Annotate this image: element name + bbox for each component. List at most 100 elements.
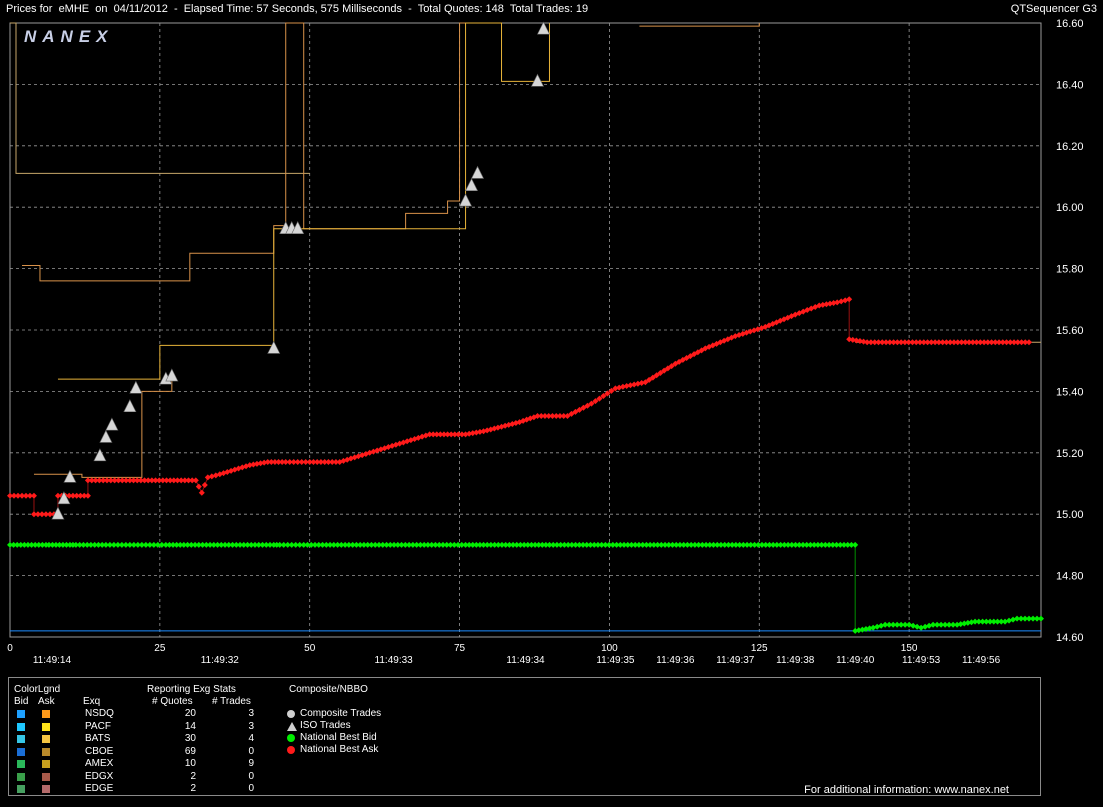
x-index-tick-label: 50 (304, 643, 316, 654)
y-axis-ticks: 16.60 16.40 16.20 16.00 15.80 15.60 15.40 15.20… (1056, 18, 1084, 644)
exchange-trades: 3 (248, 720, 254, 732)
exchange-quotes: 20 (184, 708, 196, 719)
x-index-tick-label: 100 (601, 643, 618, 654)
exchange-trades: 4 (248, 733, 254, 744)
iso-trade-marker (93, 448, 107, 462)
footer-info: For additional information: www.nanex.ne… (804, 784, 1009, 796)
nanex-logo: NANEX (24, 27, 114, 46)
bid-color-swatch (17, 722, 25, 731)
iso-trade-marker (536, 21, 550, 35)
quotes-header: # Quotes (152, 696, 193, 707)
ask-color-swatch (42, 735, 50, 743)
y-tick-label: 16.20 (1056, 141, 1084, 153)
bid-header: Bid (14, 696, 29, 707)
exchange-name: AMEX (85, 758, 114, 769)
circle-marker-icon (287, 734, 295, 742)
x-index-tick-label: 75 (454, 643, 466, 654)
exchange-quotes: 30 (184, 733, 196, 744)
exchange-name: NSDQ (85, 708, 114, 719)
exchange-name: EDGE (85, 783, 114, 794)
y-tick-label: 15.80 (1056, 264, 1084, 276)
y-tick-label: 16.60 (1056, 18, 1084, 30)
exchange-trades: 9 (248, 758, 254, 769)
series-national-best-bid (7, 541, 1044, 634)
iso-trade-marker (459, 193, 473, 207)
composite-legend-label: Composite Trades (300, 708, 382, 719)
x-time-tick-label: 11:49:35 (596, 655, 635, 666)
price-chart: 16.60 16.40 16.20 16.00 15.80 15.60 15.40 15.20… (7, 18, 1084, 666)
exchange-name: CBOE (85, 745, 114, 757)
nbbo-marker (195, 483, 202, 490)
legend-panel: ColorLgnd Bid Ask Exq Reporting Exg Stat… (8, 677, 1041, 796)
nbbo-marker (30, 492, 37, 499)
exchange-name: PACF (85, 720, 111, 732)
x-index-tick-label: 150 (901, 643, 918, 654)
series-layer (7, 21, 1044, 634)
iso-trade-marker (123, 399, 137, 413)
exchange-quotes: 69 (184, 745, 196, 757)
x-time-tick-label: 11:49:34 (506, 655, 545, 666)
nbbo-marker (1038, 615, 1044, 622)
stats-title: Reporting Exg Stats (147, 684, 236, 695)
ask-color-swatch (42, 747, 50, 756)
series-line (10, 544, 1041, 632)
series-national-best-ask (7, 296, 1033, 518)
trades-header: # Trades (212, 696, 251, 707)
y-tick-label: 15.00 (1056, 509, 1084, 521)
x-time-tick-label: 11:49:53 (902, 655, 941, 666)
y-tick-label: 14.80 (1056, 571, 1084, 583)
iso-trade-marker (57, 491, 71, 505)
exchange-name: EDGX (85, 770, 114, 782)
bid-color-swatch (17, 710, 25, 718)
composite-title: Composite/NBBO (289, 684, 368, 695)
iso-trade-marker (99, 429, 113, 443)
color-legend-title: ColorLgnd (14, 684, 61, 695)
x-index-tick-label: 125 (751, 643, 768, 654)
x-time-tick-label: 11:49:37 (716, 655, 755, 666)
iso-trade-marker (105, 417, 119, 431)
series-iso-trades (51, 21, 550, 520)
ask-color-swatch (42, 722, 50, 731)
exchange-header: Exq (83, 696, 101, 707)
bid-color-swatch (17, 772, 25, 781)
x-time-tick-label: 11:49:33 (375, 655, 414, 666)
exchange-quotes: 10 (184, 758, 196, 769)
iso-trade-marker (471, 165, 485, 179)
bid-color-swatch (17, 760, 25, 768)
exchange-trades: 3 (248, 708, 254, 719)
x-time-tick-label: 11:49:56 (962, 655, 1001, 666)
exchange-quotes: 14 (184, 720, 196, 732)
nbbo-marker (1026, 339, 1033, 346)
x-time-tick-label: 11:49:14 (33, 655, 72, 666)
ask-color-swatch (42, 772, 50, 781)
exchange-quotes: 2 (190, 783, 196, 794)
exchange-name: BATS (85, 733, 111, 744)
x-index-tick-label: 25 (154, 643, 166, 654)
exchange-quote-lines (10, 22, 1041, 632)
ask-color-swatch (42, 785, 50, 793)
exchange-trades: 0 (248, 783, 254, 794)
iso-trade-marker (129, 380, 143, 394)
sequencer-label: QTSequencer G3 (1010, 3, 1097, 15)
iso-trade-marker (267, 340, 281, 354)
y-tick-label: 16.40 (1056, 79, 1084, 91)
nbbo-marker (192, 477, 199, 484)
circle-marker-icon (287, 710, 295, 718)
bid-color-swatch (17, 735, 25, 743)
y-tick-label: 15.40 (1056, 386, 1084, 398)
nbbo-marker (84, 492, 91, 499)
nbbo-marker (852, 541, 859, 548)
y-tick-label: 14.60 (1056, 632, 1084, 644)
exchange-trades: 0 (248, 770, 254, 782)
quote-line (21, 22, 502, 282)
page-title: Prices for eMHE on 04/11/2012 - Elapsed … (6, 3, 589, 15)
ask-header: Ask (38, 696, 55, 707)
exchange-quotes: 2 (190, 770, 196, 782)
nbbo-marker (201, 482, 208, 489)
bid-color-swatch (17, 785, 25, 793)
exchange-trades: 0 (248, 745, 254, 757)
circle-marker-icon (287, 746, 295, 754)
iso-trade-marker (63, 469, 77, 483)
ask-color-swatch (42, 710, 50, 718)
y-tick-label: 16.00 (1056, 202, 1084, 214)
